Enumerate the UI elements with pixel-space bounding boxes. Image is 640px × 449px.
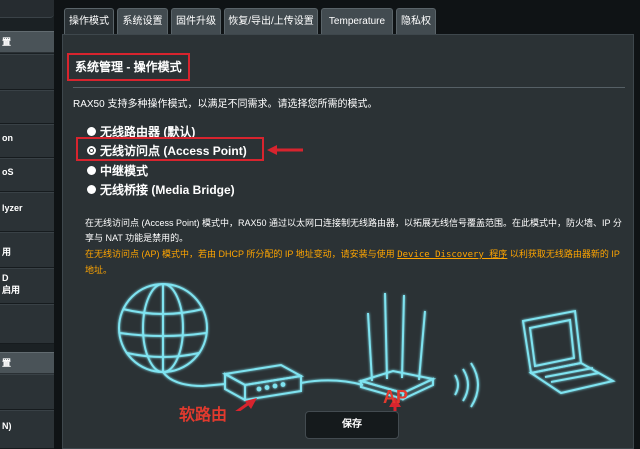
sidebar-section-header: 置 bbox=[0, 352, 54, 374]
sidebar-item[interactable]: N) bbox=[0, 410, 54, 449]
arrow-left-icon bbox=[267, 145, 303, 155]
sidebar-section-header: 置 bbox=[0, 31, 54, 53]
laptop-icon bbox=[521, 309, 616, 395]
mode-option-repeater[interactable]: 中继模式 bbox=[87, 162, 148, 179]
sidebar-item-label: lyzer bbox=[2, 203, 23, 213]
soft-router-label: 软路由 bbox=[179, 407, 228, 424]
mode-option-media-bridge[interactable]: 无线桥接 (Media Bridge) bbox=[87, 181, 235, 198]
sidebar-item[interactable]: on bbox=[0, 124, 54, 158]
sidebar-item[interactable] bbox=[0, 90, 54, 124]
sidebar-item[interactable]: lyzer bbox=[0, 192, 54, 232]
ap-label: AP bbox=[383, 387, 409, 407]
wifi-signal-icon bbox=[454, 362, 479, 408]
sidebar-item[interactable]: D 启用 bbox=[0, 268, 54, 304]
radio-button[interactable] bbox=[87, 185, 96, 194]
tab-temperature[interactable]: Temperature bbox=[321, 8, 393, 34]
soft-router-icon bbox=[221, 363, 305, 402]
tab-system-settings[interactable]: 系统设置 bbox=[117, 8, 168, 34]
sidebar-top-tab[interactable] bbox=[0, 0, 54, 18]
radio-button-selected[interactable] bbox=[87, 146, 96, 155]
sidebar-item[interactable]: oS bbox=[0, 158, 54, 192]
warning-text: 在无线访问点 (AP) 模式中，若由 DHCP 所分配的 IP 地址变动，请安装… bbox=[85, 249, 398, 259]
mode-label: 无线桥接 (Media Bridge) bbox=[100, 183, 235, 197]
sidebar-item[interactable]: 用 bbox=[0, 232, 54, 268]
page-description: RAX50 支持多种操作模式，以满足不同需求。请选择您所需的模式。 bbox=[73, 99, 378, 110]
radio-button[interactable] bbox=[87, 166, 96, 175]
content-area: 系统管理 - 操作模式 RAX50 支持多种操作模式，以满足不同需求。请选择您所… bbox=[62, 34, 634, 449]
left-sidebar: 置 on oS lyzer 用 D 启用 置 N) bbox=[0, 0, 54, 449]
topology-illustration bbox=[118, 283, 616, 411]
tab-privacy[interactable]: 隐私权 bbox=[396, 8, 436, 34]
mode-label: 中继模式 bbox=[100, 164, 149, 178]
main-panel: 操作模式 系统设置 固件升级 恢复/导出/上传设置 Temperature 隐私… bbox=[54, 0, 640, 449]
radio-button[interactable] bbox=[87, 127, 96, 136]
tab-firmware-upgrade[interactable]: 固件升级 bbox=[171, 8, 221, 34]
sidebar-item[interactable] bbox=[0, 54, 54, 90]
mode-explanation: 在无线访问点 (Access Point) 模式中，RAX50 通过以太网口连接… bbox=[85, 218, 622, 243]
sidebar-item-label: 用 bbox=[2, 247, 12, 257]
sidebar-item-label: D bbox=[2, 273, 9, 283]
device-discovery-link[interactable]: Device Discovery 程序 bbox=[397, 250, 507, 260]
sidebar-item-label: N) bbox=[2, 421, 12, 431]
internet-globe-icon bbox=[118, 283, 208, 373]
sidebar-item-label: oS bbox=[2, 167, 14, 177]
sidebar-item[interactable] bbox=[0, 304, 54, 344]
sidebar-item-label: 启用 bbox=[2, 285, 21, 295]
tab-operation-mode[interactable]: 操作模式 bbox=[64, 8, 114, 36]
sidebar-item[interactable] bbox=[0, 374, 54, 410]
mode-label: 无线访问点 (Access Point) bbox=[100, 144, 247, 158]
access-point-router-icon bbox=[357, 292, 437, 401]
tab-restore-save-upload[interactable]: 恢复/导出/上传设置 bbox=[224, 8, 318, 34]
sidebar-item-label: on bbox=[2, 133, 13, 143]
mode-warning: 在无线访问点 (AP) 模式中，若由 DHCP 所分配的 IP 地址变动，请安装… bbox=[85, 247, 625, 278]
page-title: 系统管理 - 操作模式 bbox=[67, 53, 190, 81]
mode-option-access-point[interactable]: 无线访问点 (Access Point) bbox=[87, 142, 247, 159]
divider bbox=[73, 87, 625, 88]
save-button[interactable]: 保存 bbox=[305, 411, 399, 439]
